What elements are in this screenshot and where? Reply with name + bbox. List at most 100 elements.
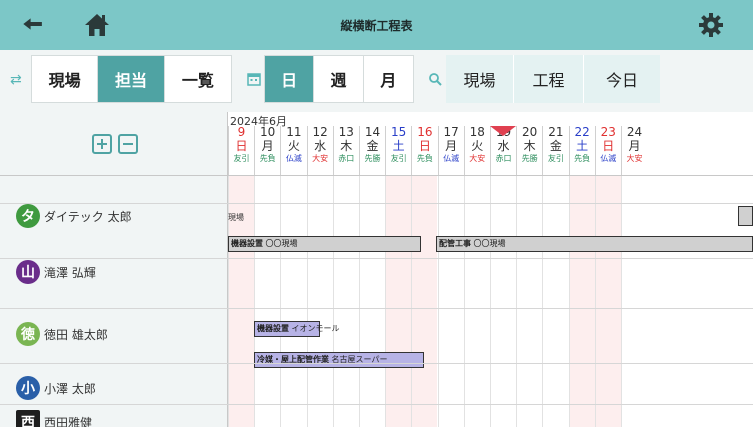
- rokuyo-label: 友引: [390, 154, 407, 163]
- rokuyo-label: 友引: [233, 154, 250, 163]
- weekday-label: 日: [602, 139, 615, 153]
- grid-day-column[interactable]: [437, 176, 464, 427]
- range-month-button[interactable]: 月: [364, 56, 413, 102]
- grid-day-column[interactable]: [594, 176, 621, 427]
- range-day-button[interactable]: 日: [265, 56, 315, 102]
- search-group: 現場 工程 今日: [446, 55, 660, 103]
- date-number: 21: [548, 125, 564, 139]
- member-row[interactable]: 徳徳田 雄太郎: [16, 322, 108, 346]
- date-column-header[interactable]: 17 月仏滅: [437, 125, 464, 175]
- date-column-header[interactable]: 23 日仏滅: [594, 125, 621, 175]
- rokuyo-label: 赤口: [495, 154, 512, 163]
- schedule-grid: 現場 機器設置 〇〇現場 配管工事 〇〇現場 機器設置 イオンモール 冷媒・屋上配管作業…: [228, 176, 753, 427]
- grid-day-column[interactable]: [254, 176, 280, 427]
- schedule-body: タダイテック 太郎山滝澤 弘輝徳徳田 雄太郎小小澤 太郎西西田雅健 現場 機器設置…: [0, 176, 753, 427]
- avatar: 小: [16, 376, 40, 400]
- date-column-header[interactable]: 14 金先勝: [359, 126, 385, 175]
- member-name: 小澤 太郎: [44, 381, 96, 396]
- task-bar[interactable]: 機器設置 イオンモール: [254, 321, 340, 337]
- task-bar[interactable]: 機器設置 〇〇現場: [228, 236, 421, 252]
- task-bar[interactable]: 配管工事 〇〇現場: [436, 236, 753, 252]
- view-list-button[interactable]: 一覧: [165, 56, 231, 102]
- date-number: 11: [286, 125, 302, 139]
- member-name: 徳田 雄太郎: [44, 327, 108, 342]
- member-name: 西田雅健: [44, 415, 93, 427]
- date-column-header[interactable]: 22 土先負: [568, 125, 595, 175]
- grid-day-column[interactable]: [621, 176, 647, 427]
- date-column-header[interactable]: 10 月先負: [254, 126, 280, 175]
- avatar: 西: [16, 410, 40, 427]
- grid-day-column[interactable]: [359, 176, 385, 427]
- date-column-header[interactable]: 16 日先負: [411, 125, 437, 175]
- member-name: ダイテック 太郎: [44, 209, 132, 224]
- member-row[interactable]: 西西田雅健: [16, 410, 92, 427]
- gear-icon[interactable]: [698, 12, 724, 38]
- grid-day-column[interactable]: [568, 176, 595, 427]
- date-number: 22: [574, 125, 590, 139]
- grid-day-column[interactable]: [332, 176, 359, 427]
- avatar: 山: [16, 260, 40, 284]
- calendar-icon[interactable]: [247, 72, 261, 86]
- search-kotei-button[interactable]: 工程: [514, 55, 584, 103]
- date-number: 18: [469, 125, 485, 139]
- date-number: 23: [600, 125, 616, 139]
- date-number: 17: [443, 125, 459, 139]
- view-tanto-button[interactable]: 担当: [98, 56, 165, 102]
- date-column-header[interactable]: 9 日友引: [228, 126, 254, 175]
- rokuyo-label: 大安: [626, 154, 643, 163]
- grid-day-column[interactable]: [542, 176, 568, 427]
- task-type-label: 機器設置: [257, 324, 289, 333]
- grid-day-column[interactable]: [411, 176, 438, 427]
- date-number: 16: [417, 125, 433, 139]
- row-divider: [0, 203, 753, 204]
- row-divider: [0, 404, 753, 405]
- weekday-label: 火: [471, 139, 484, 153]
- grid-day-column[interactable]: [280, 176, 306, 427]
- grid-day-column[interactable]: [306, 176, 333, 427]
- weekday-label: 木: [523, 139, 536, 153]
- view-genba-button[interactable]: 現場: [32, 56, 99, 102]
- swap-arrows-icon[interactable]: ⇄: [10, 72, 22, 88]
- date-column-header[interactable]: 11 火仏滅: [280, 125, 306, 175]
- rokuyo-label: 仏滅: [600, 154, 617, 163]
- rokuyo-label: 赤口: [338, 154, 355, 163]
- weekday-label: 月: [628, 139, 641, 153]
- member-row[interactable]: 小小澤 太郎: [16, 376, 96, 400]
- search-icon[interactable]: [428, 72, 442, 86]
- search-genba-button[interactable]: 現場: [446, 55, 514, 103]
- date-column-header[interactable]: 20 木先勝: [516, 125, 542, 175]
- view-mode-group: 現場 担当 一覧: [31, 55, 232, 103]
- rokuyo-label: 先負: [416, 154, 433, 163]
- task-site-label: イオンモール: [289, 324, 340, 333]
- date-column-header[interactable]: 15 土友引: [385, 126, 411, 175]
- date-column-header[interactable]: 12 水大安: [306, 126, 333, 175]
- member-row[interactable]: タダイテック 太郎: [16, 204, 132, 228]
- genba-row-label: 現場: [228, 213, 244, 222]
- task-site-label: 〇〇現場: [263, 239, 298, 248]
- member-list-header: [0, 112, 228, 176]
- date-column-header[interactable]: 18 火大安: [463, 125, 490, 175]
- member-row[interactable]: 山滝澤 弘輝: [16, 260, 96, 284]
- collapse-minus-icon[interactable]: [118, 134, 138, 154]
- avatar: 徳: [16, 322, 40, 346]
- grid-day-column[interactable]: [516, 176, 542, 427]
- grid-day-column[interactable]: [463, 176, 490, 427]
- task-bar[interactable]: 冷媒・屋上配管作業 名古屋スーパー: [254, 352, 424, 368]
- task-bar[interactable]: [738, 206, 753, 226]
- rokuyo-label: 先負: [574, 154, 591, 163]
- app-header: 🠨 縦横断工程表: [0, 0, 753, 50]
- member-name: 滝澤 弘輝: [44, 265, 96, 280]
- date-column-header[interactable]: 21 金友引: [542, 125, 568, 175]
- date-number: 20: [522, 125, 538, 139]
- date-header: 2024年6月 9 日友引 10 月先負 11 火仏滅 12 水大安 13 木赤口 14 金先勝 15 土…: [228, 112, 753, 176]
- date-column-header[interactable]: 24 月大安: [621, 126, 647, 175]
- weekday-label: 日: [418, 139, 431, 153]
- range-week-button[interactable]: 週: [314, 56, 364, 102]
- grid-day-column[interactable]: [385, 176, 412, 427]
- date-column-header[interactable]: 13 木赤口: [332, 126, 359, 175]
- today-button[interactable]: 今日: [584, 55, 660, 103]
- expand-plus-icon[interactable]: [92, 134, 112, 154]
- range-group: 日 週 月: [264, 55, 414, 103]
- grid-day-column[interactable]: [490, 176, 516, 427]
- weekday-label: 金: [366, 139, 379, 153]
